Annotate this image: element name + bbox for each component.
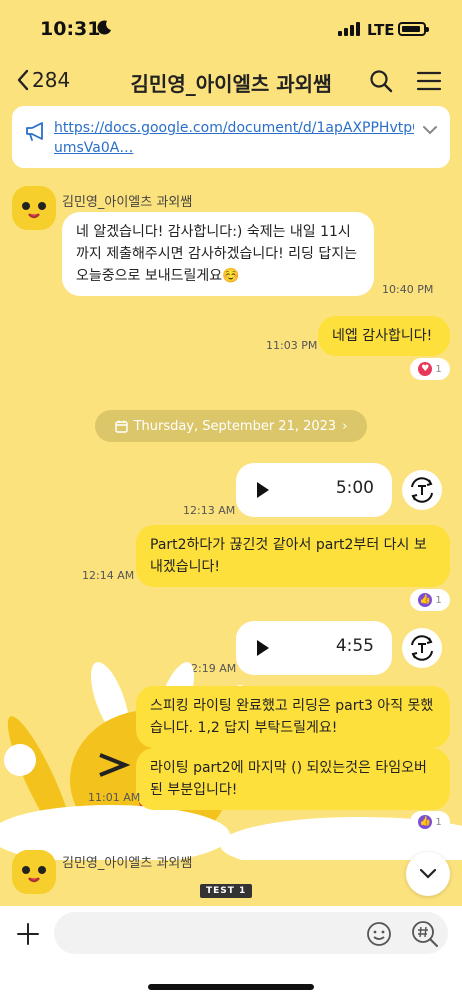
notice-banner[interactable]: https://docs.google.com/document/d/1apAX… (12, 106, 450, 168)
network-label: LTE (367, 21, 395, 39)
voice-message[interactable]: 5:00 (236, 463, 392, 517)
my-message-bubble[interactable]: 스피킹 라이팅 완료했고 리딩은 part3 아직 못했습니다. 1,2 답지 … (136, 686, 450, 748)
reaction-count: 1 (435, 816, 442, 828)
notice-link[interactable]: https://docs.google.com/document/d/1apAX… (54, 118, 414, 158)
calendar-icon (114, 420, 128, 433)
refresh-t-icon (411, 477, 433, 503)
message-time: 11:01 AM (88, 791, 141, 804)
heart-icon: ♥ (418, 362, 433, 376)
battery-icon (398, 22, 429, 36)
message-bubble[interactable]: 네 알겠습니다! 감사합니다:) 숙제는 내일 11시까지 제출해주시면 감사하… (62, 212, 374, 296)
message-time: 12:13 AM (183, 504, 236, 517)
plus-icon[interactable] (16, 922, 40, 946)
home-indicator (148, 984, 314, 990)
emoji-icon[interactable] (366, 921, 392, 947)
message-time: 11:03 PM (266, 339, 318, 352)
avatar-face-icon (12, 850, 56, 894)
scroll-down-button[interactable] (406, 852, 450, 896)
test-badge: TEST 1 (200, 884, 253, 898)
message-time: 12:14 AM (82, 569, 135, 582)
message-time: 10:40 PM (382, 283, 434, 296)
chevron-down-icon (419, 868, 437, 879)
my-message-bubble[interactable]: 네엡 감사합니다! (318, 316, 450, 356)
avatar-face-icon (12, 186, 56, 230)
moon-icon (97, 20, 111, 35)
hashtag-search-icon[interactable] (411, 920, 439, 948)
play-icon[interactable] (256, 481, 270, 499)
reaction-badge[interactable]: 👍 1 (410, 811, 450, 833)
megaphone-icon (26, 122, 43, 141)
date-text: Thursday, September 21, 2023 (133, 418, 337, 434)
refresh-t-icon (411, 635, 433, 661)
thumbs-up-icon: 👍 (418, 593, 433, 607)
voice-duration: 5:00 (335, 478, 374, 498)
my-message-bubble[interactable]: Part2하다가 끊긴것 같아서 part2부터 다시 보내겠습니다! (136, 525, 450, 587)
play-icon[interactable] (256, 639, 270, 657)
chevron-down-icon[interactable] (422, 124, 438, 136)
reaction-badge[interactable]: 👍 1 (410, 589, 450, 611)
avatar[interactable] (12, 850, 56, 894)
thumbs-up-icon: 👍 (418, 815, 433, 829)
reaction-count: 1 (435, 594, 442, 606)
my-message-bubble[interactable]: 라이팅 part2에 마지막 () 되있는것은 타임오버된 부분입니다! (136, 748, 450, 810)
search-icon[interactable] (368, 68, 394, 94)
reaction-badge[interactable]: ♥ 1 (410, 358, 450, 380)
speech-to-text-button[interactable] (402, 470, 442, 510)
sender-name: 김민영_아이엘츠 과외쌤 (62, 856, 193, 871)
menu-icon[interactable] (416, 68, 442, 94)
sender-name: 김민영_아이엘츠 과외쌤 (62, 195, 193, 210)
reaction-count: 1 (435, 363, 442, 375)
date-divider[interactable]: Thursday, September 21, 2023 › (95, 410, 367, 442)
chevron-right-icon: › (342, 418, 348, 434)
signal-icon (338, 22, 360, 36)
status-time: 10:31 (40, 18, 101, 40)
voice-duration: 4:55 (335, 636, 374, 656)
avatar[interactable] (12, 186, 56, 230)
